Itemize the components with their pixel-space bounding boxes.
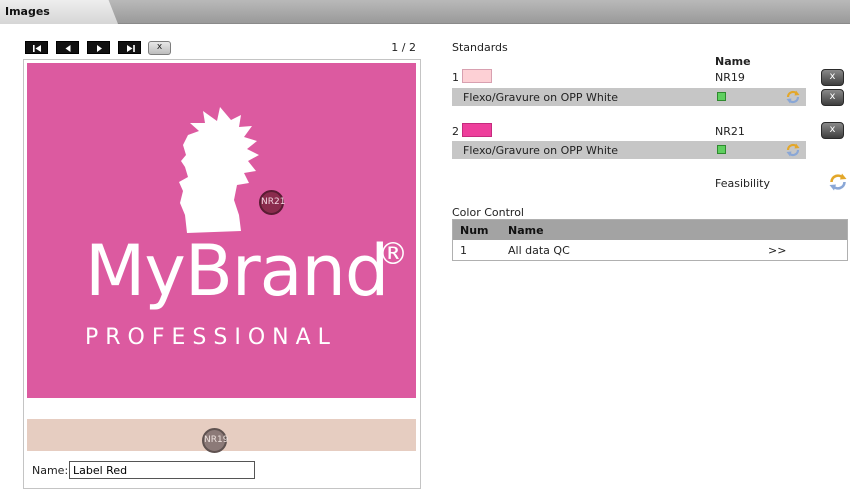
previous-image-button[interactable] xyxy=(56,41,79,54)
standard-num: 2 xyxy=(452,125,459,138)
first-image-button[interactable] xyxy=(25,41,48,54)
brand-tagline-text: PROFESSIONAL xyxy=(85,325,337,350)
color-control-table: Num Name 1 All data QC >> xyxy=(452,219,848,261)
standard-color-swatch xyxy=(462,69,492,83)
feasibility-label: Feasibility xyxy=(715,177,770,190)
skip-first-icon xyxy=(33,45,41,52)
skip-last-icon xyxy=(127,45,135,52)
image-name-label: Name: xyxy=(32,464,69,477)
substrate-label: Flexo/Gravure on OPP White xyxy=(463,144,618,157)
substrate-label: Flexo/Gravure on OPP White xyxy=(463,91,618,104)
refresh-icon[interactable] xyxy=(785,89,801,105)
last-image-button[interactable] xyxy=(118,41,141,54)
row-name: All data QC xyxy=(508,244,570,257)
remove-standard-button[interactable]: x xyxy=(821,69,844,86)
triangle-left-icon xyxy=(65,45,71,52)
standard-color-swatch xyxy=(462,123,492,137)
image-name-input[interactable] xyxy=(69,461,255,479)
table-row[interactable]: 1 All data QC >> xyxy=(453,240,847,260)
standard-substrate-bar: Flexo/Gravure on OPP White xyxy=(452,88,806,106)
standard-name: NR19 xyxy=(715,71,745,84)
row-num: 1 xyxy=(460,244,467,257)
registered-mark: ® xyxy=(378,237,408,272)
remove-standard-button[interactable]: x xyxy=(821,122,844,139)
feasibility-refresh-icon[interactable] xyxy=(828,172,848,192)
standard-substrate-bar: Flexo/Gravure on OPP White xyxy=(452,141,806,159)
status-ok-icon xyxy=(717,92,726,101)
color-marker-nr19[interactable]: NR19 xyxy=(202,428,228,453)
standards-name-header: Name xyxy=(715,55,751,68)
column-header-name: Name xyxy=(508,224,544,237)
next-image-button[interactable] xyxy=(87,41,110,54)
status-ok-icon xyxy=(717,145,726,154)
brand-name-text: MyBrand xyxy=(85,230,389,312)
window-titlebar: Images xyxy=(0,0,850,24)
color-marker-nr21[interactable]: NR21 xyxy=(259,190,285,215)
color-control-title: Color Control xyxy=(452,206,524,219)
brand-image[interactable]: MyBrand ® PROFESSIONAL xyxy=(27,63,416,398)
table-header: Num Name xyxy=(453,220,847,240)
window-title: Images xyxy=(0,0,118,24)
refresh-icon[interactable] xyxy=(785,142,801,158)
row-open-button[interactable]: >> xyxy=(768,244,786,257)
triangle-right-icon xyxy=(97,45,102,52)
close-image-button[interactable]: x xyxy=(148,41,171,55)
standard-num: 1 xyxy=(452,71,459,84)
column-header-num: Num xyxy=(460,224,489,237)
standard-name: NR21 xyxy=(715,125,745,138)
standards-title: Standards xyxy=(452,41,508,54)
remove-substrate-button[interactable]: x xyxy=(821,89,844,106)
page-indicator: 1 / 2 xyxy=(391,41,416,54)
